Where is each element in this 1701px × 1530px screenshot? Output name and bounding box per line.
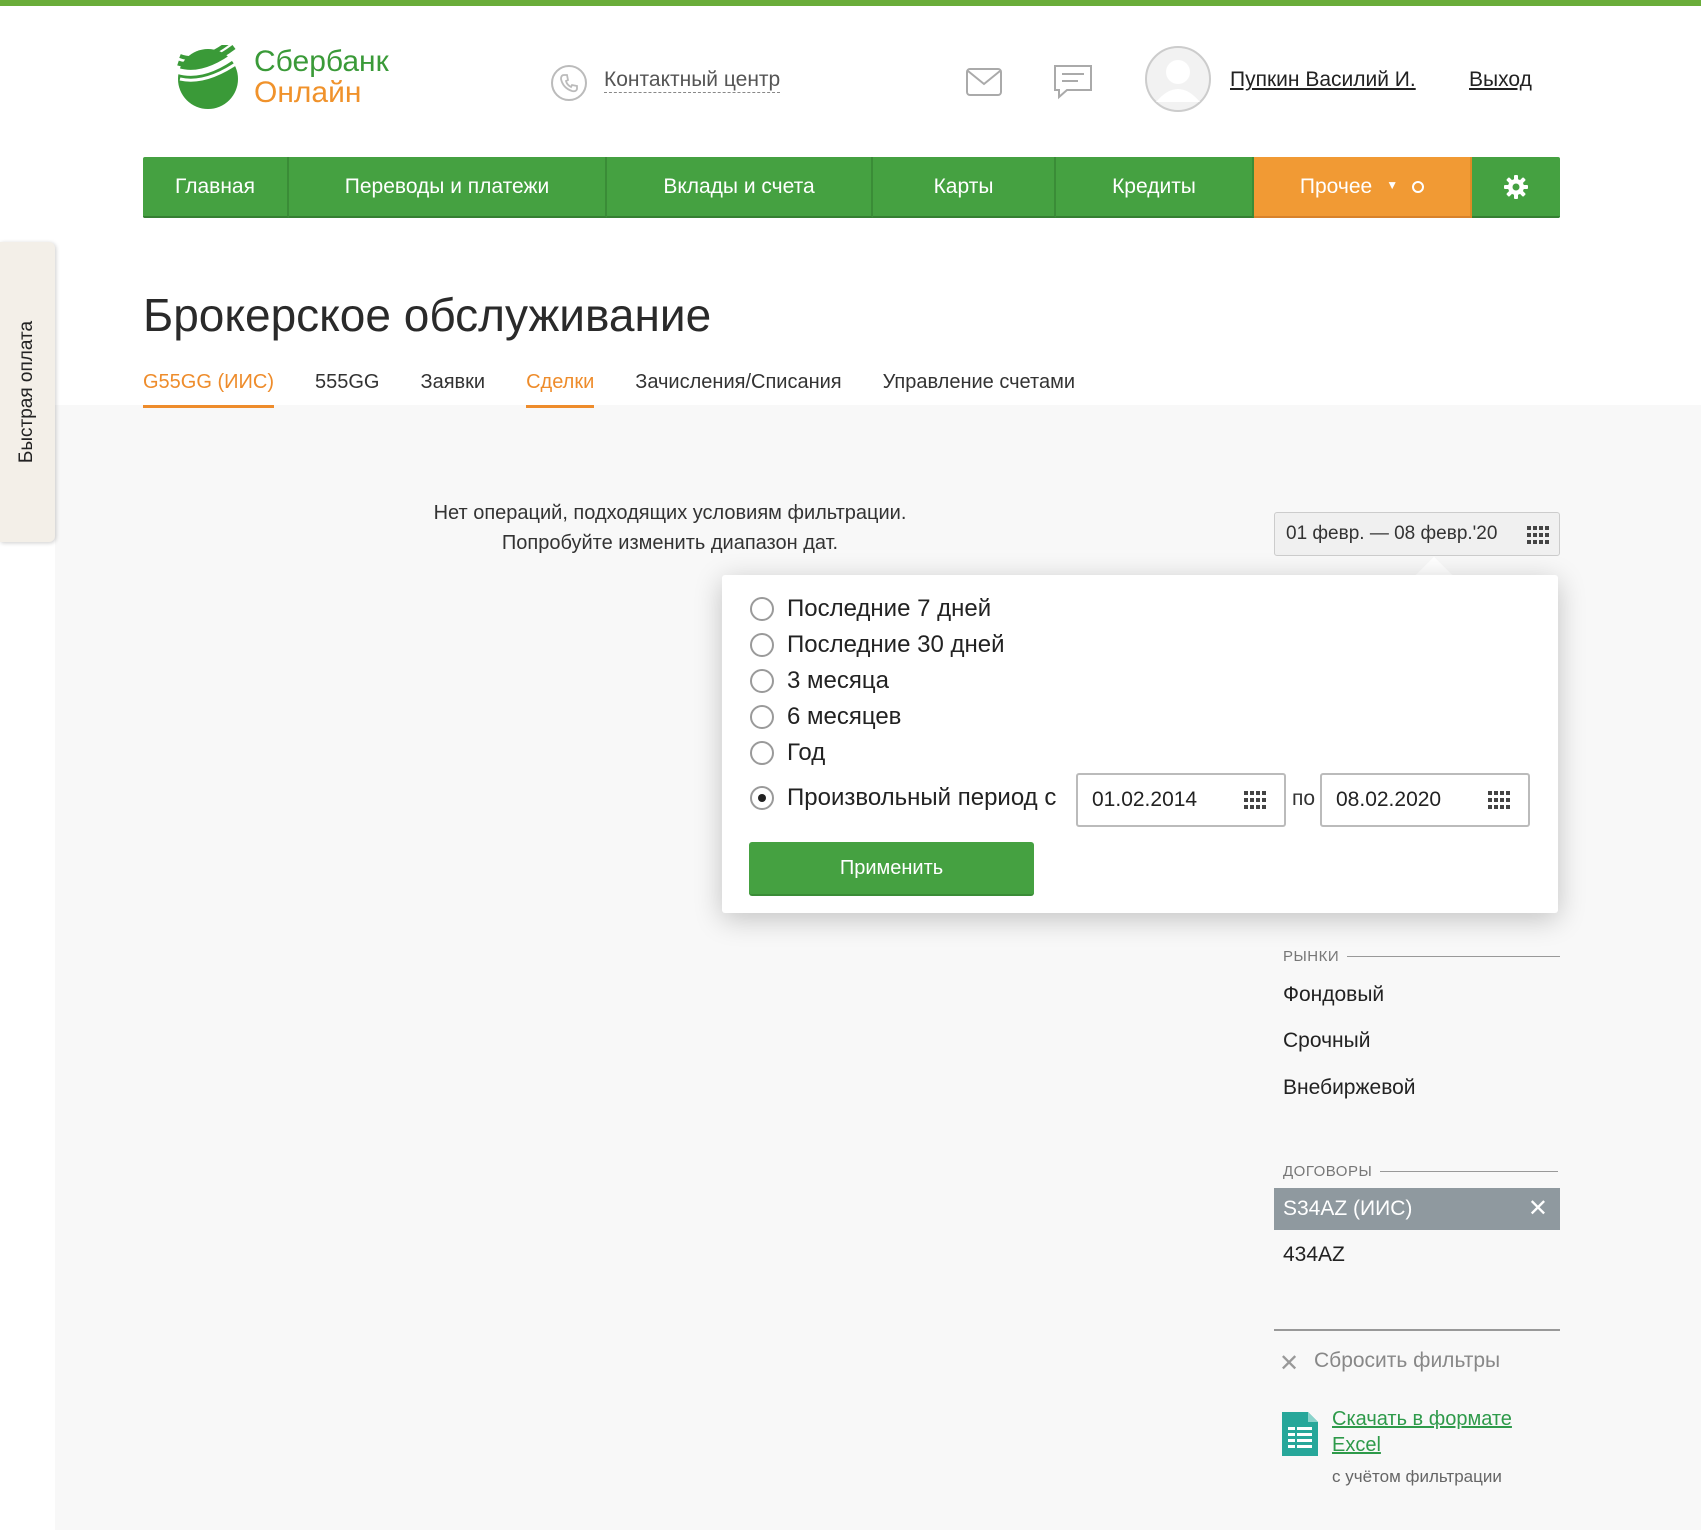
option-label: Последние 7 дней [787,595,992,622]
close-icon[interactable]: ✕ [1528,1194,1548,1223]
markets-heading-label: РЫНКИ [1283,948,1340,965]
nav-transfers[interactable]: Переводы и платежи [289,157,607,218]
to-label: по [1292,787,1316,810]
tab-g55gg[interactable]: G55GG (ИИС) [143,370,274,408]
tab-orders[interactable]: Заявки [420,370,485,408]
selected-contract-label: S34AZ (ИИС) [1283,1197,1413,1220]
to-date-value: 08.02.2020 [1336,788,1442,811]
option-label: Произвольный период с [787,784,1057,811]
option-custom-period[interactable]: Произвольный период с [750,784,1056,812]
nav-credits[interactable]: Кредиты [1056,157,1254,218]
radio-button[interactable] [750,669,774,693]
market-otc[interactable]: Внебиржевой [1283,1076,1416,1100]
markets-heading: РЫНКИ [1283,948,1561,965]
markets-heading-line [1347,956,1561,957]
logout-link[interactable]: Выход [1469,68,1532,92]
nav-other[interactable]: Прочее ▼ [1254,157,1472,218]
download-excel-link[interactable]: Скачать в формате Excel [1332,1406,1532,1458]
option-30-days[interactable]: Последние 30 дней [750,631,1004,659]
tab-deals[interactable]: Сделки [526,370,595,408]
contracts-heading: ДОГОВОРЫ [1283,1163,1559,1180]
date-range-value: 01 февр. — 08 февр.'20 [1286,523,1498,544]
option-label: Последние 30 дней [787,631,1005,658]
tab-transfers[interactable]: Зачисления/Списания [635,370,841,408]
avatar[interactable] [1145,46,1211,112]
empty-message-line2: Попробуйте изменить диапазон дат. [501,532,839,554]
account-tabs: G55GG (ИИС) 555GG Заявки Сделки Зачислен… [143,370,1116,408]
radio-button[interactable] [750,633,774,657]
contracts-heading-line [1380,1171,1559,1172]
option-7-days[interactable]: Последние 7 дней [750,595,991,623]
calendar-icon[interactable] [1527,526,1549,544]
contract-434az[interactable]: 434AZ [1283,1243,1345,1267]
from-date-input[interactable]: 01.02.2014 [1076,773,1286,827]
radio-button[interactable] [750,597,774,621]
gear-icon [1504,174,1528,199]
market-stock[interactable]: Фондовый [1283,983,1384,1007]
option-3-months[interactable]: 3 месяца [750,667,889,695]
contact-center-link[interactable]: Контактный центр [604,68,781,93]
nav-deposits[interactable]: Вклады и счета [607,157,873,218]
option-label: Год [787,739,826,766]
reset-icon[interactable]: ✕ [1279,1349,1299,1378]
logo-line1: Сбербанк [254,45,389,78]
quick-pay-label: Быстрая оплата [16,320,37,464]
logo-line2: Онлайн [254,76,362,109]
filters-divider [1274,1329,1560,1331]
excel-file-icon[interactable] [1282,1412,1318,1456]
nav-cards[interactable]: Карты [873,157,1056,218]
chevron-down-icon: ▼ [1386,177,1399,192]
to-date-input[interactable]: 08.02.2020 [1320,773,1530,827]
notification-circle-icon [1412,180,1425,193]
nav-main[interactable]: Главная [143,157,289,218]
sberbank-logo-icon[interactable] [174,45,244,109]
calendar-icon[interactable] [1488,791,1510,809]
radio-button[interactable] [750,705,774,729]
selected-contract-chip[interactable]: S34AZ (ИИС) ✕ [1274,1188,1560,1230]
radio-button-checked[interactable] [750,786,774,810]
option-label: 3 месяца [787,667,889,694]
option-label: 6 месяцев [787,703,902,730]
tab-555gg[interactable]: 555GG [315,370,379,408]
logo-text[interactable]: Сбербанк Онлайн [254,46,389,108]
phone-icon [551,65,587,101]
empty-message: Нет операций, подходящих условиям фильтр… [360,498,980,558]
excel-subtitle: с учётом фильтрации [1332,1467,1502,1486]
reset-filters-link[interactable]: Сбросить фильтры [1314,1349,1500,1373]
empty-message-line1: Нет операций, подходящих условиям фильтр… [433,502,907,524]
option-6-months[interactable]: 6 месяцев [750,703,901,731]
radio-button[interactable] [750,741,774,765]
chat-icon[interactable] [1053,64,1093,100]
apply-button[interactable]: Применить [749,842,1034,896]
nav-other-label: Прочее [1299,174,1373,198]
date-range-field[interactable]: 01 февр. — 08 февр.'20 [1274,512,1560,556]
user-name-link[interactable]: Пупкин Василий И. [1230,68,1416,92]
page-title: Брокерское обслуживание [143,289,712,341]
tab-account-management[interactable]: Управление счетами [883,370,1075,408]
period-popup: Последние 7 дней Последние 30 дней 3 мес… [722,575,1558,913]
market-futures[interactable]: Срочный [1283,1029,1370,1053]
option-year[interactable]: Год [750,739,825,767]
top-accent-line [0,0,1701,6]
main-navigation: Главная Переводы и платежи Вклады и счет… [143,157,1560,218]
mail-icon[interactable] [966,68,1002,96]
from-date-value: 01.02.2014 [1092,788,1198,811]
settings-button[interactable] [1472,157,1560,218]
quick-pay-tab[interactable]: Быстрая оплата [0,242,55,542]
contracts-heading-label: ДОГОВОРЫ [1283,1163,1373,1180]
calendar-icon[interactable] [1244,791,1266,809]
